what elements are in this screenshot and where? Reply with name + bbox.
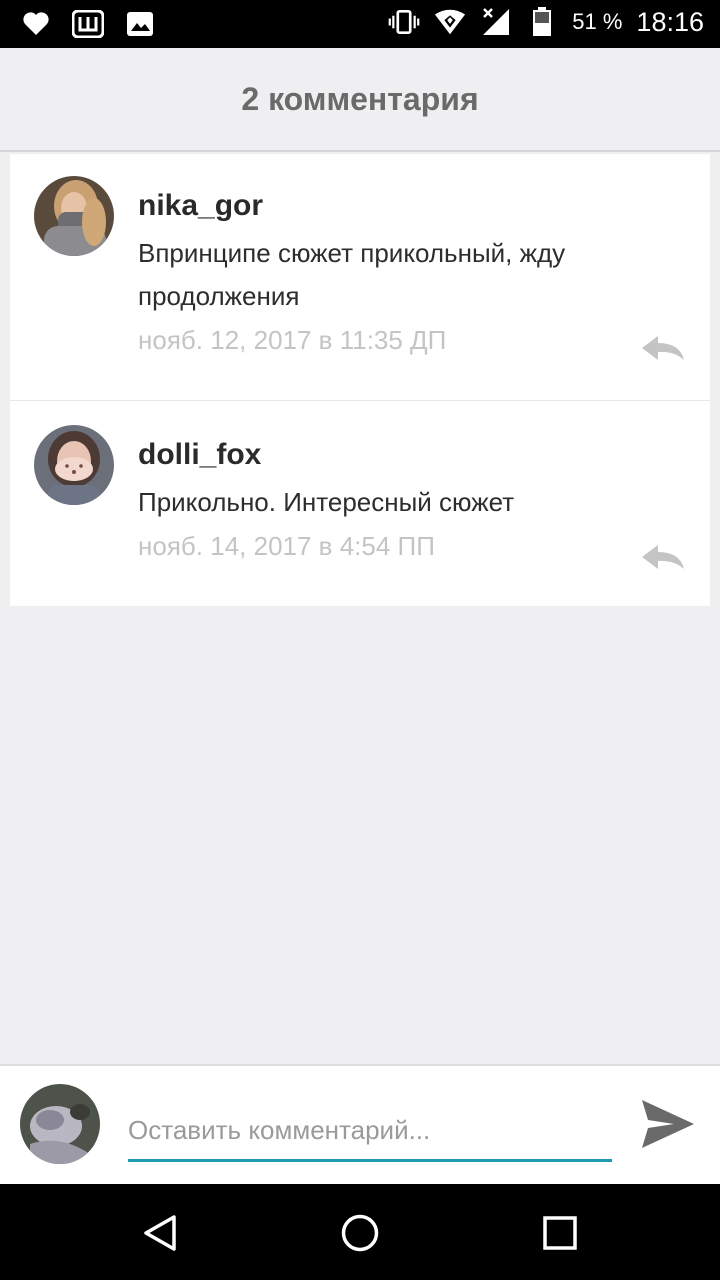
status-bar-left [20, 8, 156, 40]
comment-text: Прикольно. Интересный сюжет [138, 487, 515, 517]
avatar[interactable] [34, 425, 114, 505]
comment-input-field [128, 1102, 612, 1162]
home-icon[interactable] [335, 1208, 385, 1258]
wattpad-icon [72, 8, 104, 40]
recents-icon[interactable] [535, 1208, 585, 1258]
battery-percent: 51 % [572, 9, 623, 34]
comment-body: nika_gor Впринципе сюжет прикольный, жду… [138, 186, 690, 360]
heart-icon [20, 8, 52, 40]
wifi-icon [434, 6, 466, 38]
comment-date: нояб. 12, 2017 в 11:35 ДП [138, 325, 447, 355]
send-icon[interactable] [640, 1098, 696, 1150]
comment-username[interactable]: nika_gor [138, 186, 690, 226]
page-title: 2 комментария [241, 80, 479, 117]
comment-body: dolli_fox Прикольно. Интересный сюжет но… [138, 435, 690, 566]
comment-username[interactable]: dolli_fox [138, 435, 690, 475]
comments-list: nika_gor Впринципе сюжет прикольный, жду… [10, 154, 710, 606]
comment-item: nika_gor Впринципе сюжет прикольный, жду… [10, 154, 710, 401]
avatar[interactable] [34, 176, 114, 256]
comments-header: 2 комментария [0, 48, 720, 152]
comment-item: dolli_fox Прикольно. Интересный сюжет но… [10, 401, 710, 606]
status-bar-right: 51 % 18:16 [388, 6, 704, 38]
image-icon [124, 8, 156, 40]
comment-text: Впринципе сюжет прикольный, жду продолже… [138, 238, 566, 311]
system-nav-bar [0, 1184, 720, 1280]
reply-icon[interactable] [640, 334, 686, 364]
battery-icon [526, 6, 558, 38]
status-bar: 51 % 18:16 [0, 0, 720, 48]
comment-date: нояб. 14, 2017 в 4:54 ПП [138, 531, 435, 561]
reply-icon[interactable] [640, 543, 686, 573]
clock: 18:16 [636, 6, 704, 37]
back-icon[interactable] [135, 1208, 185, 1258]
comment-input[interactable] [128, 1102, 612, 1159]
current-user-avatar [20, 1084, 100, 1164]
vibrate-icon [388, 6, 420, 38]
comment-composer [0, 1064, 720, 1184]
signal-icon [480, 6, 512, 38]
